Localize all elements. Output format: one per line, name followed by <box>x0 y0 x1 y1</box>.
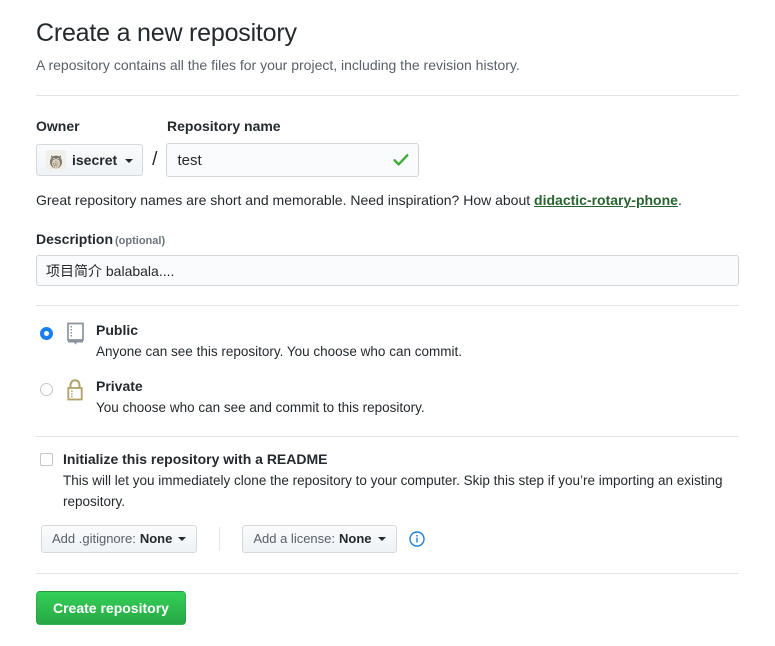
readme-label: Initialize this repository with a README <box>63 450 328 467</box>
hint-prefix: Great repository names are short and mem… <box>36 192 535 209</box>
readme-text-block: Initialize this repository with a README… <box>63 450 723 513</box>
readme-checkbox[interactable] <box>40 452 53 466</box>
gitignore-dropdown-button[interactable]: Add .gitignore: None <box>41 524 198 553</box>
gitignore-value: None <box>139 531 173 547</box>
description-section: Description (optional) <box>36 211 739 287</box>
license-prefix: Add a license: <box>253 531 336 547</box>
owner-and-name-row: isecret / <box>36 143 739 178</box>
owner-name: isecret <box>72 152 118 169</box>
create-repository-button[interactable]: Create repository <box>36 590 186 626</box>
page-title: Create a new repository <box>36 19 297 47</box>
gitignore-prefix: Add .gitignore: <box>52 531 136 547</box>
repository-name-field-wrapper <box>166 143 420 178</box>
hint-suffix: . <box>677 192 682 209</box>
repository-name-hint: Great repository names are short and mem… <box>36 190 739 211</box>
repository-name-label: Repository name <box>167 118 281 135</box>
repository-name-input[interactable] <box>166 143 420 178</box>
check-icon <box>392 151 410 169</box>
owner-dropdown-button[interactable]: isecret <box>36 144 144 177</box>
totoro-avatar-icon <box>46 150 66 171</box>
page-header: Create a new repository A repository con… <box>36 0 739 76</box>
public-radio[interactable] <box>40 327 53 341</box>
public-text-block: Public Anyone can see this repository. Y… <box>96 320 462 362</box>
field-label-row: Owner Repository name <box>36 118 739 135</box>
readme-description: This will let you immediately clone the … <box>63 472 723 509</box>
addons-row: Add .gitignore: None Add a license: None <box>41 524 739 553</box>
readme-section: Initialize this repository with a README… <box>36 437 739 553</box>
private-radio[interactable] <box>40 383 53 397</box>
visibility-option-private[interactable]: Private You choose who can see and commi… <box>36 376 739 418</box>
owner-label: Owner <box>36 118 80 135</box>
addons-separator <box>219 526 221 551</box>
repo-book-icon <box>64 320 88 346</box>
description-optional-label: (optional) <box>115 235 166 248</box>
private-description: You choose who can see and commit to thi… <box>96 400 425 416</box>
public-description: Anyone can see this repository. You choo… <box>96 344 462 360</box>
readme-checkbox-row[interactable]: Initialize this repository with a README… <box>36 450 739 513</box>
visibility-section: Public Anyone can see this repository. Y… <box>36 306 739 419</box>
path-separator: / <box>152 148 158 170</box>
suggested-name-link[interactable]: didactic-rotary-phone <box>534 192 678 208</box>
info-icon[interactable] <box>408 530 425 547</box>
create-repository-page: Create a new repository A repository con… <box>0 0 775 646</box>
license-value: None <box>339 531 372 547</box>
submit-section: Create repository <box>36 574 739 626</box>
description-input[interactable] <box>36 255 739 287</box>
description-label: Description <box>36 231 114 248</box>
private-text-block: Private You choose who can see and commi… <box>96 376 425 418</box>
description-label-row: Description (optional) <box>36 231 739 247</box>
chevron-down-icon <box>377 537 386 542</box>
repository-name-section: Owner Repository name isecret / test Gre… <box>36 96 739 211</box>
visibility-option-public[interactable]: Public Anyone can see this repository. Y… <box>36 320 739 362</box>
private-title: Private <box>96 378 143 395</box>
public-title: Public <box>96 322 139 339</box>
chevron-down-icon <box>178 537 187 542</box>
page-subtitle: A repository contains all the files for … <box>36 57 520 74</box>
license-dropdown-button[interactable]: Add a license: None <box>242 524 397 553</box>
lock-icon <box>64 376 88 402</box>
chevron-down-icon <box>125 158 134 163</box>
